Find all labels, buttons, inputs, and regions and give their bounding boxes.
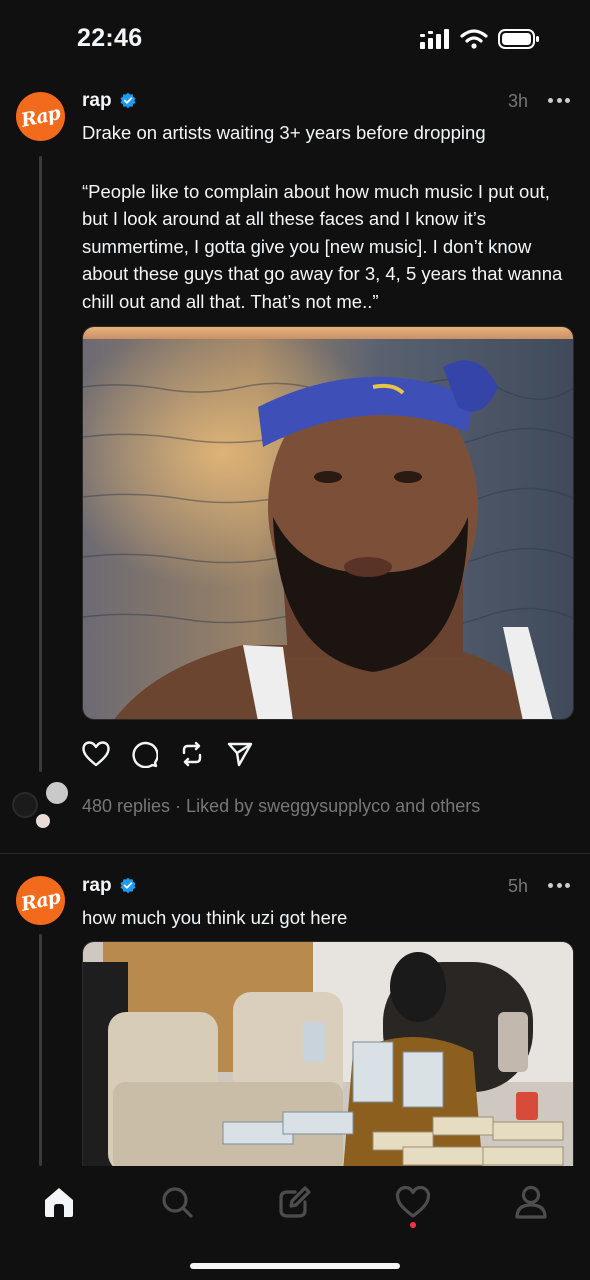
status-icons xyxy=(420,28,540,50)
post-headline: how much you think uzi got here xyxy=(82,907,348,928)
post-stats[interactable]: 480 replies · Liked by sweggysupplyco an… xyxy=(82,796,480,817)
avatar-logo-text: Rap xyxy=(19,101,62,132)
home-indicator[interactable] xyxy=(190,1263,400,1269)
thread-line xyxy=(39,156,42,772)
post-photo[interactable] xyxy=(82,326,574,720)
battery-icon xyxy=(498,29,539,49)
username[interactable]: rap xyxy=(82,875,112,897)
more-dots-icon[interactable] xyxy=(548,98,570,104)
photo-illustration xyxy=(83,942,573,1171)
notification-dot xyxy=(410,1222,416,1228)
post-body: “People like to complain about how much … xyxy=(82,181,563,312)
wifi-icon xyxy=(460,29,488,49)
cellular-signal-icon xyxy=(420,29,449,49)
verified-badge-icon xyxy=(120,92,136,109)
avatar xyxy=(34,812,52,830)
bottom-nav xyxy=(0,1166,590,1280)
search-icon[interactable] xyxy=(157,1182,197,1222)
heart-icon[interactable] xyxy=(82,740,110,768)
post-time: 3h xyxy=(507,91,528,111)
thread-line xyxy=(39,934,42,1166)
profile-icon[interactable] xyxy=(511,1182,551,1222)
comment-icon[interactable] xyxy=(130,740,158,768)
repost-icon[interactable] xyxy=(178,740,206,768)
avatar[interactable]: Rap xyxy=(16,92,65,141)
avatar xyxy=(44,780,70,806)
verified-badge-icon xyxy=(120,877,136,894)
liker-avatars[interactable] xyxy=(10,780,70,830)
post-time: 5h xyxy=(507,876,528,896)
home-icon[interactable] xyxy=(39,1182,79,1222)
status-time: 22:46 xyxy=(77,24,143,52)
send-icon[interactable] xyxy=(226,740,254,768)
post-photo[interactable] xyxy=(82,941,574,1171)
post-divider xyxy=(0,853,590,854)
activity-icon[interactable] xyxy=(393,1182,433,1222)
compose-icon[interactable] xyxy=(275,1182,315,1222)
post-header: rap 5h xyxy=(82,875,570,903)
photo-illustration xyxy=(83,327,573,719)
status-bar: 22:46 xyxy=(0,0,590,78)
post-actions xyxy=(82,740,254,768)
avatar xyxy=(12,792,38,818)
avatar[interactable]: Rap xyxy=(16,876,65,925)
username[interactable]: rap xyxy=(82,90,112,112)
post-headline: Drake on artists waiting 3+ years before… xyxy=(82,122,486,143)
post-header: rap 3h xyxy=(82,90,570,118)
more-dots-icon[interactable] xyxy=(548,883,570,889)
avatar-logo-text: Rap xyxy=(19,885,62,916)
